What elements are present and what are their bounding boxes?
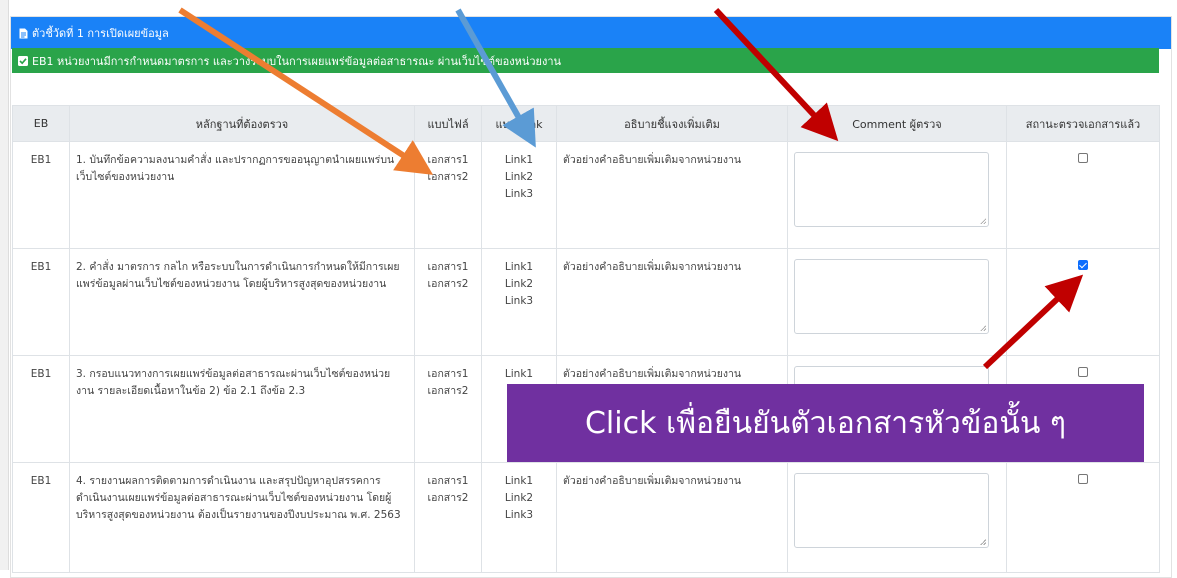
web-link[interactable]: Link2 (488, 276, 550, 293)
header-file: แบบไฟล์ (414, 105, 482, 142)
eb-card-title: EB1 หน่วยงานมีการกำหนดมาตรการ และวางระบบ… (32, 54, 562, 68)
checkbox-checked-icon (18, 55, 28, 66)
comment-textarea[interactable] (794, 152, 989, 227)
table-row: EB1 1. บันทึกข้อความลงนามคำสั่ง และปรากฏ… (12, 141, 1160, 249)
file-link[interactable]: เอกสาร1 (421, 366, 475, 383)
evidence-cell: 2. คำสั่ง มาตรการ กลไก หรือระบบในการดำเน… (69, 248, 415, 356)
document-icon (19, 28, 28, 39)
web-link[interactable]: Link1 (488, 259, 550, 276)
status-checkbox[interactable] (1078, 367, 1088, 377)
explain-cell: ตัวอย่างคำอธิบายเพิ่มเติมจากหน่วยงาน (556, 248, 788, 356)
comment-cell (787, 248, 1007, 356)
header-evidence: หลักฐานที่ต้องตรวจ (69, 105, 415, 142)
web-link[interactable]: Link2 (488, 490, 550, 507)
instruction-callout: Click เพื่อยืนยันตัวเอกสารหัวข้อนั้น ๆ (507, 384, 1144, 462)
comment-cell (787, 141, 1007, 249)
file-cell: เอกสาร1 เอกสาร2 (414, 355, 482, 463)
header-link: แบบ Link (481, 105, 557, 142)
resize-grip-icon[interactable] (980, 325, 986, 331)
panel-title: ตัวชี้วัดที่ 1 การเปิดเผยข้อมูล (32, 27, 169, 40)
file-link[interactable]: เอกสาร2 (421, 383, 475, 400)
comment-textarea[interactable] (794, 473, 989, 548)
file-link[interactable]: เอกสาร1 (421, 259, 475, 276)
eb-cell: EB1 (12, 355, 70, 463)
status-checkbox[interactable] (1078, 474, 1088, 484)
header-comment: Comment ผู้ตรวจ (787, 105, 1007, 142)
table-header-row: EB หลักฐานที่ต้องตรวจ แบบไฟล์ แบบ Link อ… (12, 105, 1160, 142)
web-link[interactable]: Link2 (488, 169, 550, 186)
file-cell: เอกสาร1 เอกสาร2 (414, 462, 482, 573)
eb-card-header: EB1 หน่วยงานมีการกำหนดมาตรการ และวางระบบ… (12, 48, 1159, 73)
panel-header: ตัวชี้วัดที่ 1 การเปิดเผยข้อมูล (11, 17, 1171, 49)
file-cell: เอกสาร1 เอกสาร2 (414, 141, 482, 249)
web-link[interactable]: Link3 (488, 507, 550, 524)
web-link[interactable]: Link3 (488, 293, 550, 310)
web-link[interactable]: Link1 (488, 473, 550, 490)
header-eb: EB (12, 105, 70, 142)
table-row: EB1 4. รายงานผลการติดตามการดำเนินงาน และ… (12, 462, 1160, 573)
header-explain: อธิบายชี้แจงเพิ่มเติม (556, 105, 788, 142)
status-checkbox[interactable] (1078, 153, 1088, 163)
eb-cell: EB1 (12, 462, 70, 573)
status-cell (1006, 462, 1160, 573)
explain-cell: ตัวอย่างคำอธิบายเพิ่มเติมจากหน่วยงาน (556, 141, 788, 249)
resize-grip-icon[interactable] (980, 218, 986, 224)
link-cell: Link1 Link2 Link3 (481, 141, 557, 249)
web-link[interactable]: Link3 (488, 186, 550, 203)
file-link[interactable]: เอกสาร2 (421, 169, 475, 186)
comment-cell (787, 462, 1007, 573)
header-status: สถานะตรวจเอกสารแล้ว (1006, 105, 1160, 142)
resize-grip-icon[interactable] (980, 539, 986, 545)
status-cell (1006, 141, 1160, 249)
file-link[interactable]: เอกสาร2 (421, 276, 475, 293)
explain-cell: ตัวอย่างคำอธิบายเพิ่มเติมจากหน่วยงาน (556, 462, 788, 573)
status-checkbox-checked[interactable] (1078, 260, 1088, 270)
web-link[interactable]: Link1 (488, 366, 550, 383)
comment-textarea[interactable] (794, 259, 989, 334)
link-cell: Link1 Link2 Link3 (481, 248, 557, 356)
eb-cell: EB1 (12, 141, 70, 249)
file-link[interactable]: เอกสาร2 (421, 490, 475, 507)
left-border-strip (0, 0, 9, 570)
callout-text: Click เพื่อยืนยันตัวเอกสารหัวข้อนั้น ๆ (584, 405, 1067, 441)
file-cell: เอกสาร1 เอกสาร2 (414, 248, 482, 356)
file-link[interactable]: เอกสาร1 (421, 152, 475, 169)
link-cell: Link1 Link2 Link3 (481, 462, 557, 573)
evidence-table: EB หลักฐานที่ต้องตรวจ แบบไฟล์ แบบ Link อ… (12, 105, 1160, 573)
status-cell (1006, 248, 1160, 356)
evidence-cell: 4. รายงานผลการติดตามการดำเนินงาน และสรุป… (69, 462, 415, 573)
file-link[interactable]: เอกสาร1 (421, 473, 475, 490)
web-link[interactable]: Link1 (488, 152, 550, 169)
evidence-cell: 3. กรอบแนวทางการเผยแพร่ข้อมูลต่อสาธารณะผ… (69, 355, 415, 463)
table-row: EB1 2. คำสั่ง มาตรการ กลไก หรือระบบในการ… (12, 248, 1160, 356)
evidence-cell: 1. บันทึกข้อความลงนามคำสั่ง และปรากฏการข… (69, 141, 415, 249)
eb-cell: EB1 (12, 248, 70, 356)
